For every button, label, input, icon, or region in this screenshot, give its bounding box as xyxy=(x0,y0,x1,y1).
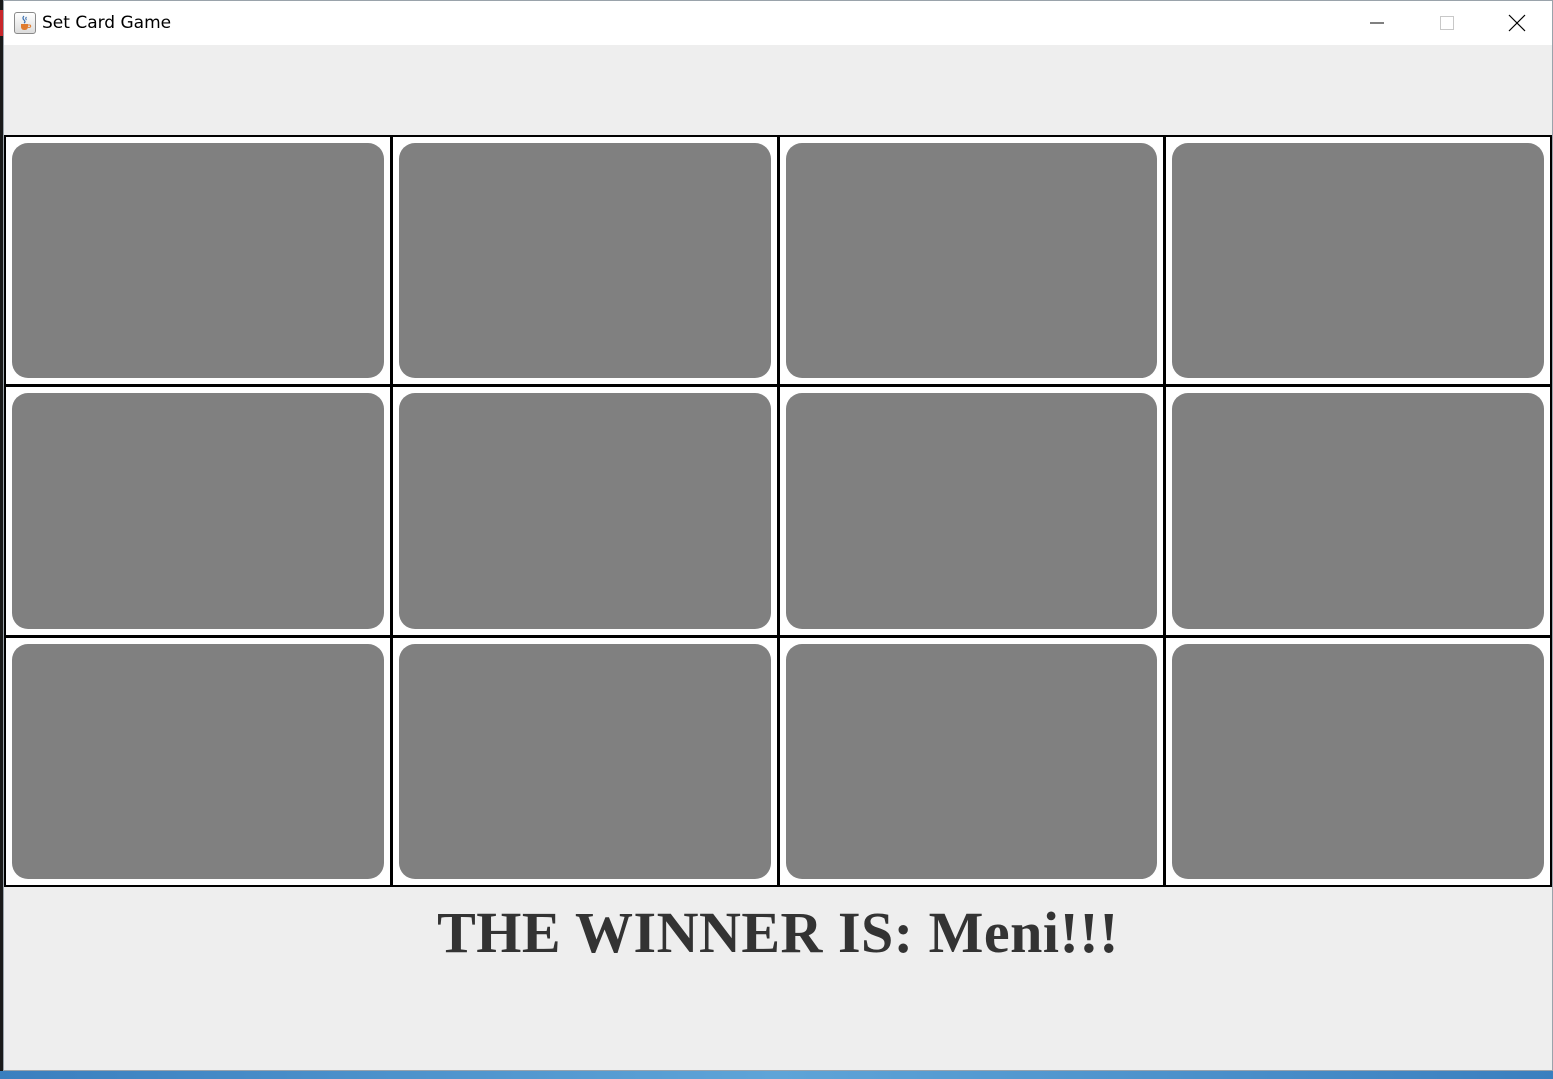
card-back[interactable] xyxy=(785,393,1158,629)
card-slot[interactable] xyxy=(392,137,777,385)
card-slot[interactable] xyxy=(1166,637,1550,885)
card-back[interactable] xyxy=(398,643,771,879)
card-board xyxy=(4,135,1552,887)
card-slot[interactable] xyxy=(779,637,1164,885)
maximize-icon xyxy=(1440,16,1454,30)
desktop-background-bottom xyxy=(0,1071,1553,1079)
card-back[interactable] xyxy=(12,393,384,629)
winner-message: THE WINNER IS: Meni!!! xyxy=(437,900,1119,965)
card-back[interactable] xyxy=(785,143,1158,379)
card-slot[interactable] xyxy=(392,387,777,635)
close-icon xyxy=(1508,14,1526,32)
minimize-button[interactable] xyxy=(1342,1,1412,45)
minimize-icon xyxy=(1370,22,1384,24)
card-slot[interactable] xyxy=(6,387,390,635)
card-slot[interactable] xyxy=(6,137,390,385)
card-slot[interactable] xyxy=(6,637,390,885)
card-back[interactable] xyxy=(1172,643,1544,879)
window-controls xyxy=(1342,1,1552,45)
card-slot[interactable] xyxy=(1166,137,1550,385)
card-back[interactable] xyxy=(785,643,1158,879)
card-back[interactable] xyxy=(398,393,771,629)
title-bar[interactable]: Set Card Game xyxy=(4,1,1552,45)
card-back[interactable] xyxy=(1172,393,1544,629)
app-window: Set Card Game THE WINNER IS: Meni!!! xyxy=(4,1,1552,1070)
window-title: Set Card Game xyxy=(42,13,172,33)
close-button[interactable] xyxy=(1482,1,1552,45)
card-back[interactable] xyxy=(12,143,384,379)
card-slot[interactable] xyxy=(392,637,777,885)
card-back[interactable] xyxy=(12,643,384,879)
maximize-button[interactable] xyxy=(1412,1,1482,45)
card-back[interactable] xyxy=(1172,143,1544,379)
java-cup-icon xyxy=(14,12,36,34)
card-slot[interactable] xyxy=(779,387,1164,635)
top-panel xyxy=(4,45,1552,135)
card-slot[interactable] xyxy=(779,137,1164,385)
card-back[interactable] xyxy=(398,143,771,379)
card-slot[interactable] xyxy=(1166,387,1550,635)
